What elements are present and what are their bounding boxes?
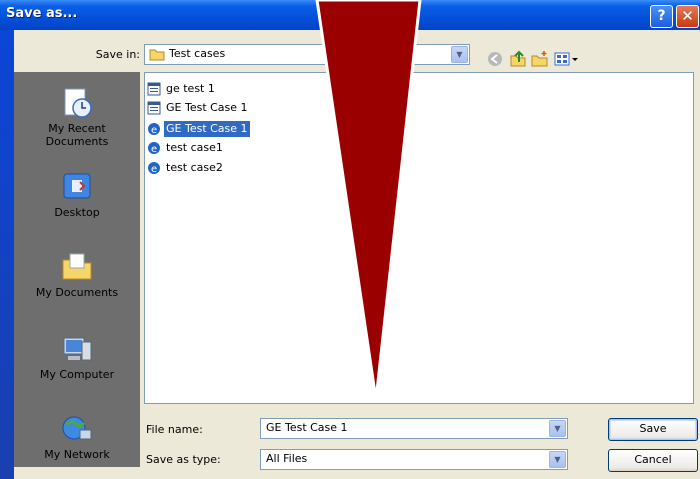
pointer-arrow-overlay	[315, 0, 422, 401]
